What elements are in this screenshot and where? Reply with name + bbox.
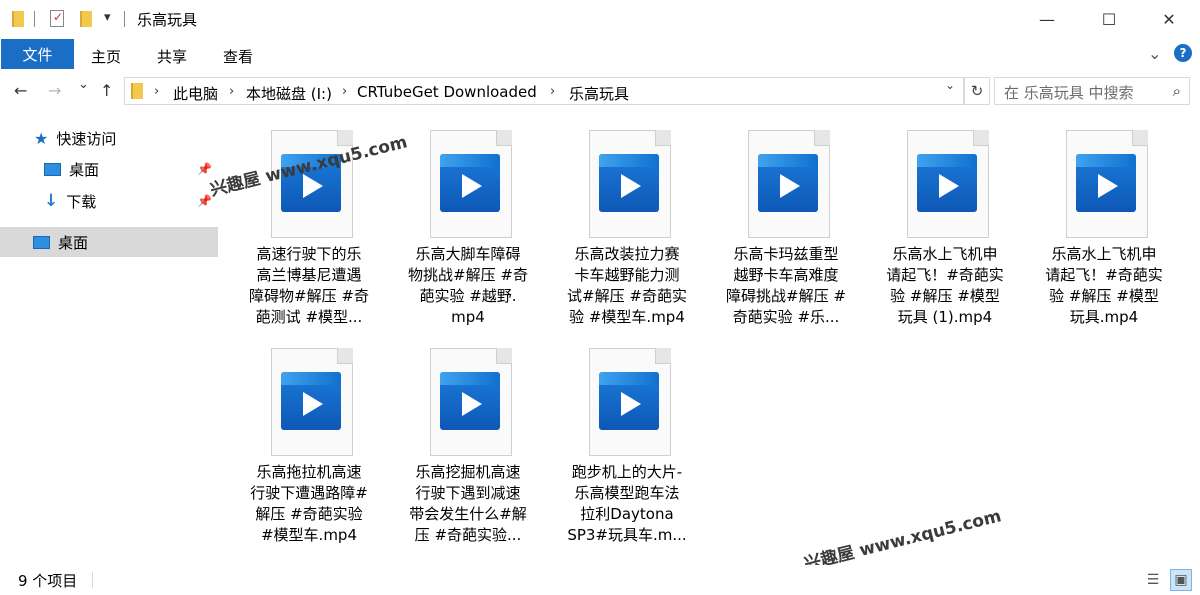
watermark: 兴趣屋 www.xqu5.com <box>802 506 1004 575</box>
file-item[interactable]: 乐高改装拉力赛 卡车越野能力测 试#解压 #奇葩实验 #模型车.mp4 <box>548 120 706 335</box>
title-separator <box>124 11 125 27</box>
breadcrumb-crtubeget[interactable]: CRTubeGet Downloaded <box>357 83 537 101</box>
new-folder-icon[interactable] <box>80 11 92 27</box>
desktop-icon <box>33 235 50 249</box>
file-name: 乐高挖掘机高速 行驶下遇到减速 带会发生什么#解压 #奇葩实验... <box>409 463 527 544</box>
properties-icon[interactable]: ✓ <box>50 10 64 27</box>
video-file-icon <box>589 348 671 456</box>
breadcrumb-current-folder[interactable]: 乐高玩具 <box>569 83 629 104</box>
item-count: 9 个项目 <box>18 572 78 590</box>
search-input[interactable]: 在 乐高玩具 中搜索 ⌕ <box>994 77 1190 105</box>
search-placeholder: 在 乐高玩具 中搜索 <box>1004 84 1134 102</box>
status-separator <box>92 572 93 588</box>
recent-locations-icon[interactable]: ⌄ <box>78 77 89 92</box>
close-button[interactable]: ✕ <box>1138 0 1200 38</box>
breadcrumb-this-pc[interactable]: 此电脑 <box>173 83 218 104</box>
sidebar-item-label: 快速访问 <box>56 129 117 148</box>
sidebar-item-quick-access[interactable]: ★ 快速访问 <box>34 123 116 153</box>
tab-share[interactable]: 共享 <box>157 46 187 67</box>
sidebar-item-desktop-pinned[interactable]: 桌面 📌 <box>44 154 218 184</box>
sidebar-item-label: 桌面 <box>69 160 100 179</box>
download-icon: ↓ <box>44 191 59 211</box>
file-name: 乐高水上飞机申 请起飞！#奇葩实验 #解压 #模型 玩具.mp4 <box>1045 245 1163 326</box>
maximize-button[interactable]: ☐ <box>1078 0 1140 38</box>
status-bar: 9 个项目 ☰ ▣ <box>0 565 1200 595</box>
sidebar-item-label: 桌面 <box>58 233 89 252</box>
navigation-bar: ← → ⌄ ↑ › 此电脑 › 本地磁盘 (I:) › CRTubeGet Do… <box>0 72 1200 110</box>
title-bar: ✓ ▾ 乐高玩具 — ☐ ✕ <box>0 0 1200 38</box>
quick-access-dropdown-icon[interactable]: ▾ <box>104 10 111 25</box>
navigation-pane: ★ 快速访问 桌面 📌 ↓ 下载 📌 桌面 <box>0 110 218 565</box>
file-item[interactable]: 跑步机上的大片- 乐高模型跑车法 拉利Daytona SP3#玩具车.m... <box>548 338 706 553</box>
pin-icon: 📌 <box>197 194 212 208</box>
file-list: 高速行驶下的乐 高兰博基尼遭遇 障碍物#解压 #奇 葩测试 #模型... 乐高大脚车障… <box>208 110 1200 575</box>
file-item[interactable]: 乐高拖拉机高速 行驶下遭遇路障# 解压 #奇葩实验 #模型车.mp4 <box>230 338 388 553</box>
details-view-button[interactable]: ☰ <box>1142 569 1164 591</box>
video-file-icon <box>430 348 512 456</box>
up-button[interactable]: ↑ <box>100 81 113 100</box>
folder-icon <box>131 83 143 99</box>
search-icon[interactable]: ⌕ <box>1173 82 1181 100</box>
ribbon: 文件 主页 共享 查看 ⌄ ? <box>0 38 1200 72</box>
breadcrumb-separator: › <box>229 84 235 99</box>
breadcrumb-local-disk[interactable]: 本地磁盘 (I:) <box>246 83 332 104</box>
large-icons-view-button[interactable]: ▣ <box>1170 569 1192 591</box>
video-file-icon <box>589 130 671 238</box>
star-icon: ★ <box>34 128 49 148</box>
file-name: 乐高卡玛兹重型 越野卡车高难度 障碍挑战#解压 # 奇葩实验 #乐... <box>726 245 846 326</box>
file-name: 乐高拖拉机高速 行驶下遭遇路障# 解压 #奇葩实验 #模型车.mp4 <box>250 463 368 544</box>
sidebar-item-label: 下载 <box>66 192 97 211</box>
breadcrumb-separator: › <box>154 84 160 99</box>
expand-ribbon-icon[interactable]: ⌄ <box>1148 44 1161 63</box>
folder-icon <box>12 11 24 27</box>
file-name: 乐高大脚车障碍 物挑战#解压 #奇 葩实验 #越野. mp4 <box>408 245 528 326</box>
minimize-button[interactable]: — <box>1016 0 1078 38</box>
refresh-button[interactable]: ↻ <box>964 77 990 105</box>
file-name: 乐高改装拉力赛 卡车越野能力测 试#解压 #奇葩实验 #模型车.mp4 <box>567 245 687 326</box>
video-file-icon <box>430 130 512 238</box>
title-separator <box>34 11 35 27</box>
tab-file[interactable]: 文件 <box>1 39 74 69</box>
file-item[interactable]: 乐高卡玛兹重型 越野卡车高难度 障碍挑战#解压 # 奇葩实验 #乐... <box>707 120 865 335</box>
forward-button[interactable]: → <box>48 81 61 100</box>
address-dropdown-icon[interactable]: ⌄ <box>945 78 955 92</box>
pin-icon: 📌 <box>197 162 212 176</box>
sidebar-item-downloads[interactable]: ↓ 下载 📌 <box>44 186 218 216</box>
window-title: 乐高玩具 <box>137 11 198 29</box>
desktop-icon <box>44 162 61 176</box>
sidebar-item-desktop[interactable]: 桌面 <box>0 227 218 257</box>
video-file-icon <box>271 348 353 456</box>
back-button[interactable]: ← <box>14 81 27 100</box>
video-file-icon <box>907 130 989 238</box>
file-item[interactable]: 乐高水上飞机申 请起飞！#奇葩实验 #解压 #模型 玩具 (1).mp4 <box>866 120 1024 335</box>
file-name: 跑步机上的大片- 乐高模型跑车法 拉利Daytona SP3#玩具车.m... <box>567 463 687 544</box>
file-item[interactable]: 乐高水上飞机申 请起飞！#奇葩实验 #解压 #模型 玩具.mp4 <box>1025 120 1183 335</box>
video-file-icon <box>748 130 830 238</box>
file-name: 乐高水上飞机申 请起飞！#奇葩实验 #解压 #模型 玩具 (1).mp4 <box>886 245 1004 326</box>
file-item[interactable]: 乐高大脚车障碍 物挑战#解压 #奇 葩实验 #越野. mp4 <box>389 120 547 335</box>
breadcrumb-separator: › <box>342 84 348 99</box>
file-name: 高速行驶下的乐 高兰博基尼遭遇 障碍物#解压 #奇 葩测试 #模型... <box>249 245 369 326</box>
breadcrumb-separator: › <box>550 84 556 99</box>
video-file-icon <box>1066 130 1148 238</box>
address-bar[interactable]: › 此电脑 › 本地磁盘 (I:) › CRTubeGet Downloaded… <box>124 77 964 105</box>
help-icon[interactable]: ? <box>1174 44 1192 62</box>
tab-view[interactable]: 查看 <box>223 46 253 67</box>
tab-home[interactable]: 主页 <box>91 46 121 67</box>
file-item[interactable]: 乐高挖掘机高速 行驶下遇到减速 带会发生什么#解压 #奇葩实验... <box>389 338 547 553</box>
